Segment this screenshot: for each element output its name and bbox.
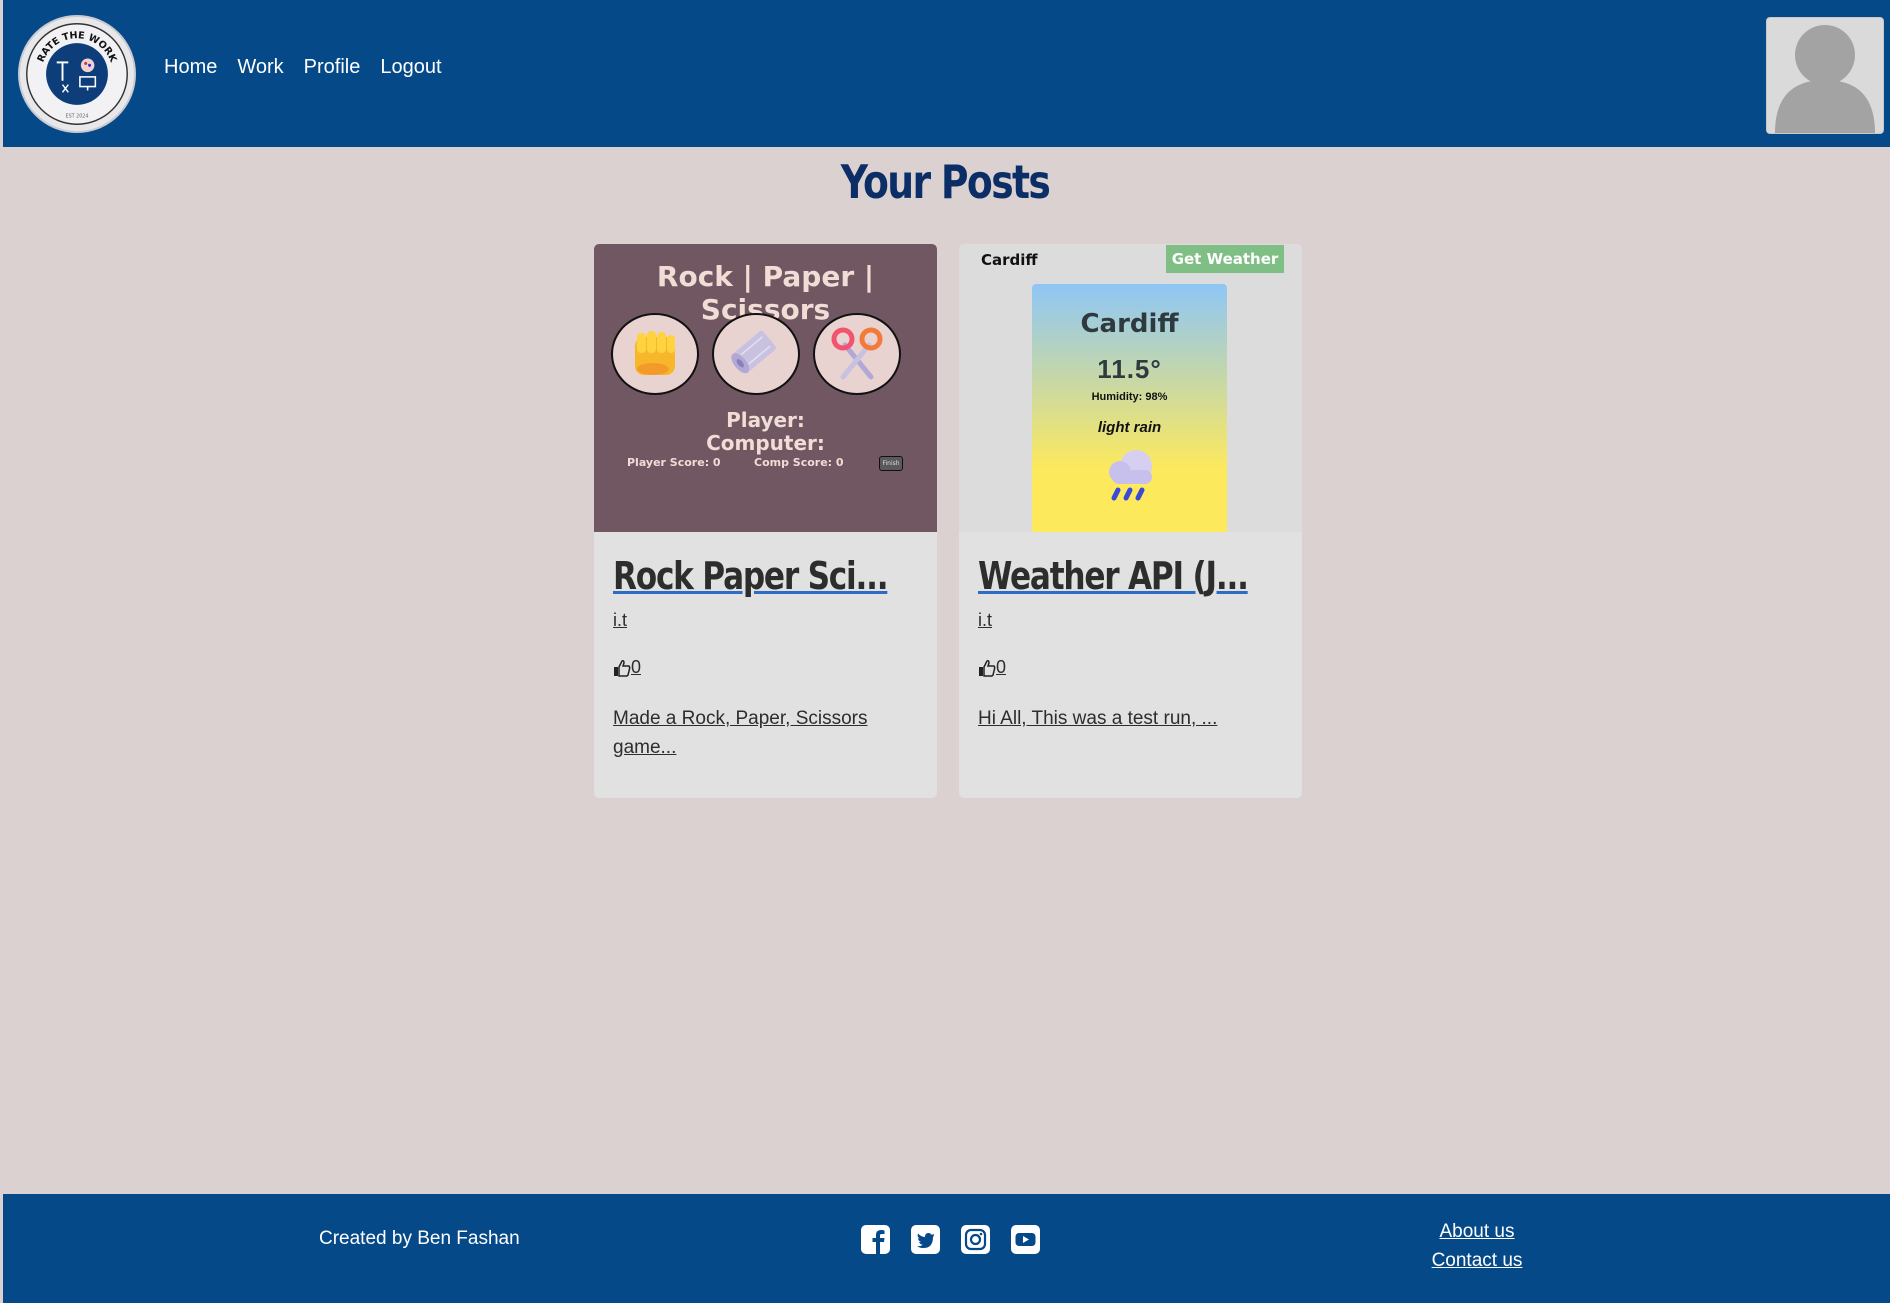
weather-temperature: 11.5°: [1097, 354, 1162, 384]
weather-city-input[interactable]: Cardiff: [981, 251, 1038, 269]
weather-panel: Cardiff 11.5° Humidity: 98% light rain: [1032, 284, 1227, 532]
instagram-link[interactable]: [959, 1223, 992, 1256]
weather-condition: light rain: [1097, 419, 1162, 436]
youtube-link[interactable]: [1009, 1223, 1042, 1256]
post-title-link[interactable]: Weather API (J...: [978, 554, 1249, 598]
facebook-icon: [861, 1225, 890, 1254]
post-description-link[interactable]: Made a Rock, Paper, Scissors game...: [613, 704, 913, 762]
instagram-icon: [961, 1225, 990, 1254]
post-author-link[interactable]: i.t: [613, 610, 627, 631]
site-logo[interactable]: RATE THE WORK EST 2024: [18, 15, 136, 133]
like-count[interactable]: 0: [631, 657, 641, 678]
weather-humidity: Humidity: 98%: [1091, 391, 1168, 403]
user-avatar[interactable]: [1766, 17, 1884, 134]
main-nav: Home Work Profile Logout: [164, 56, 442, 79]
post-thumbnail[interactable]: Rock | Paper | Scissors Player: Computer…: [594, 244, 937, 532]
logo-badge-icon: RATE THE WORK EST 2024: [26, 23, 128, 125]
like-control[interactable]: 0: [978, 657, 1006, 678]
paper-roll-icon: [731, 330, 776, 374]
about-us-link[interactable]: About us: [1387, 1217, 1567, 1246]
page-title: Your Posts: [840, 155, 1051, 209]
post-thumbnail[interactable]: Cardiff Get Weather Cardiff 11.5° Humidi…: [959, 244, 1302, 532]
nav-profile-link[interactable]: Profile: [304, 56, 361, 79]
site-header: RATE THE WORK EST 2024 Home Work Profile…: [3, 0, 1890, 147]
twitter-icon: [911, 1225, 940, 1254]
like-count[interactable]: 0: [996, 657, 1006, 678]
rain-cloud-icon: [1109, 450, 1152, 501]
rps-player-label: Player:: [726, 408, 805, 432]
scissors-button[interactable]: [813, 313, 901, 395]
post-title-link[interactable]: Rock Paper Sci...: [613, 554, 889, 598]
post-author-link[interactable]: i.t: [978, 610, 992, 631]
get-weather-button[interactable]: Get Weather: [1166, 245, 1284, 273]
nav-home-link[interactable]: Home: [164, 56, 217, 79]
nav-logout-link[interactable]: Logout: [380, 56, 441, 79]
weather-city: Cardiff: [1080, 309, 1179, 339]
contact-us-link[interactable]: Contact us: [1387, 1246, 1567, 1275]
post-card[interactable]: Cardiff Get Weather Cardiff 11.5° Humidi…: [959, 244, 1302, 798]
rps-player-score: Player Score: 0: [627, 456, 721, 469]
logo-est: EST 2024: [66, 113, 89, 119]
facebook-link[interactable]: [859, 1223, 892, 1256]
post-description-link[interactable]: Hi All, This was a test run, ...: [978, 704, 1278, 733]
rps-computer-label: Computer:: [706, 431, 825, 455]
site-footer: Created by Ben Fashan About us Contact u…: [3, 1194, 1890, 1303]
avatar-placeholder-icon: [1775, 25, 1875, 133]
fist-icon: [635, 331, 675, 375]
footer-credit: Created by Ben Fashan: [319, 1228, 520, 1249]
post-card[interactable]: Rock | Paper | Scissors Player: Computer…: [594, 244, 937, 798]
like-control[interactable]: 0: [613, 657, 641, 678]
rps-finish-button[interactable]: Finish: [879, 456, 903, 471]
youtube-icon: [1011, 1225, 1040, 1254]
rps-comp-score: Comp Score: 0: [754, 456, 844, 469]
paper-button[interactable]: [712, 313, 800, 395]
thumbs-up-icon: [979, 659, 996, 677]
nav-work-link[interactable]: Work: [237, 56, 283, 79]
twitter-link[interactable]: [909, 1223, 942, 1256]
footer-links: About us Contact us: [1387, 1217, 1567, 1275]
scissors-icon: [831, 327, 883, 380]
social-links: [859, 1223, 1042, 1256]
thumbs-up-icon: [614, 659, 631, 677]
rock-button[interactable]: [611, 313, 699, 395]
